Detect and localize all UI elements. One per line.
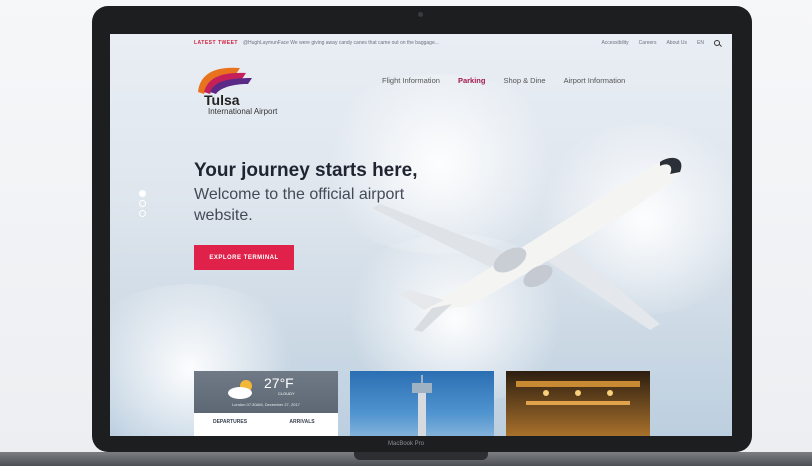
nav-parking[interactable]: Parking (458, 76, 486, 85)
tab-departures[interactable]: DEPARTURES (194, 413, 266, 436)
main-nav: Flight Information Parking Shop & Dine A… (382, 76, 625, 85)
utility-links: Accessibility Careers About Us EN (601, 40, 720, 46)
carousel-dot[interactable] (139, 210, 146, 217)
nav-shop-dine[interactable]: Shop & Dine (503, 76, 545, 85)
device-model-label: MacBook Pro (387, 441, 424, 447)
weather-condition: CLOUDY (278, 391, 295, 396)
accessibility-link[interactable]: Accessibility (601, 40, 628, 46)
flight-tabs: DEPARTURES ARRIVALS (194, 413, 338, 436)
carousel-dot[interactable] (139, 190, 146, 197)
nav-airport-information[interactable]: Airport Information (564, 76, 626, 85)
airport-logo[interactable]: Tulsa International Airport (194, 62, 304, 122)
weather-temperature: 27°F (264, 375, 294, 391)
logo-swoosh-icon (198, 67, 252, 94)
stage: LATEST TWEET @HughLaymunFace We were giv… (0, 0, 812, 466)
language-selector[interactable]: EN (697, 40, 704, 46)
carousel-dots (139, 190, 146, 217)
latest-tweet-text[interactable]: @HughLaymunFace We were giving away cand… (243, 40, 601, 46)
explore-terminal-button[interactable]: EXPLORE TERMINAL (194, 245, 294, 270)
careers-link[interactable]: Careers (639, 40, 657, 46)
airplane-image (372, 157, 682, 332)
weather-card: 27°F CLOUDY London 07:30AM, December 27,… (194, 371, 338, 436)
restaurant-interior-icon (516, 381, 640, 405)
about-us-link[interactable]: About Us (666, 40, 687, 46)
logo-name: Tulsa (204, 92, 240, 108)
cloud-sun-icon (228, 380, 252, 399)
carousel-dot[interactable] (139, 200, 146, 207)
camera-dot (418, 12, 423, 17)
top-bar: LATEST TWEET @HughLaymunFace We were giv… (110, 34, 732, 52)
weather-date: London 07:30AM, December 27, 2017 (232, 402, 300, 407)
search-icon[interactable] (714, 40, 720, 46)
website-screen: LATEST TWEET @HughLaymunFace We were giv… (110, 34, 732, 436)
restaurant-photo[interactable] (506, 371, 650, 436)
control-tower-icon (412, 375, 432, 436)
latest-tweet-label: LATEST TWEET (194, 40, 238, 46)
nav-flight-information[interactable]: Flight Information (382, 76, 440, 85)
laptop-notch (354, 452, 488, 460)
weather-panel: 27°F CLOUDY London 07:30AM, December 27,… (194, 371, 338, 413)
tab-arrivals[interactable]: ARRIVALS (266, 413, 338, 436)
control-tower-photo[interactable] (350, 371, 494, 436)
logo-subtitle: International Airport (208, 107, 278, 116)
